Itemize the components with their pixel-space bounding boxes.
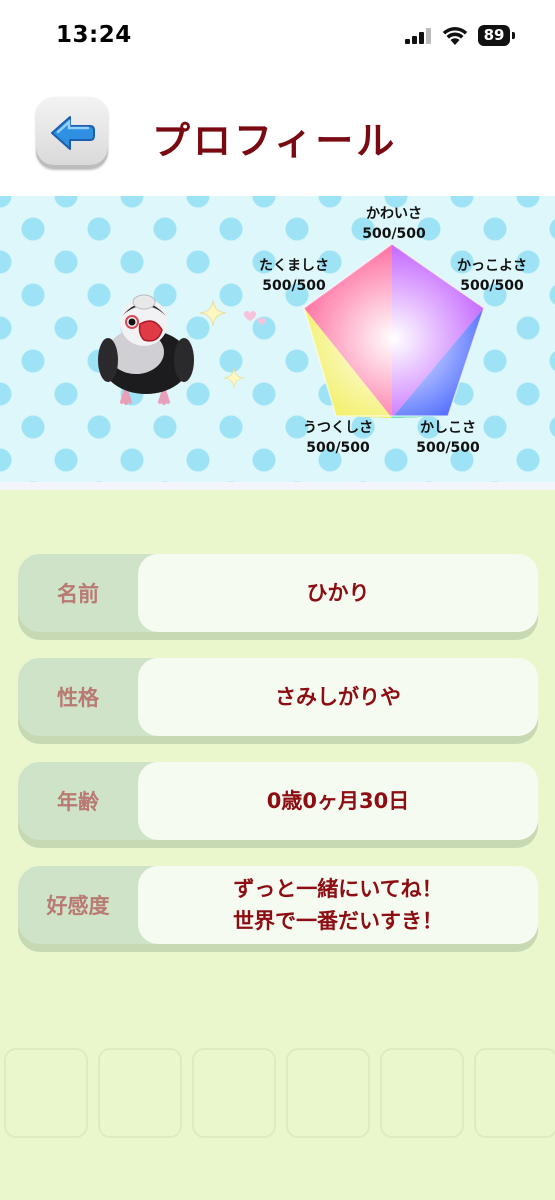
stat-kashikosa: かしこさ 500/500 — [388, 418, 508, 458]
wifi-icon — [442, 27, 468, 45]
battery-cap — [512, 32, 515, 39]
row-value: 0歳0ヶ月30日 — [138, 762, 538, 840]
background-tab — [380, 1048, 464, 1138]
row-value: さみしがりや — [138, 658, 538, 736]
stat-name: たくましさ — [259, 258, 329, 274]
back-button[interactable] — [36, 97, 108, 169]
stat-value: 500/500 — [416, 440, 480, 456]
stat-value: 500/500 — [362, 226, 426, 242]
stat-name: かわいさ — [366, 206, 422, 222]
heart-icon — [244, 311, 266, 325]
page-title: プロフィール — [152, 119, 398, 163]
stat-name: かしこさ — [420, 420, 476, 436]
back-arrow-icon — [51, 116, 95, 150]
stat-kawaisa: かわいさ 500/500 — [334, 204, 454, 244]
row-value: ずっと一緒にいてね！ 世界で一番だいすき！ — [138, 866, 538, 944]
sparkle-icon — [224, 368, 244, 388]
stat-utsukushisa: うつくしさ 500/500 — [278, 418, 398, 458]
battery-icon: 89 — [478, 25, 510, 46]
profile-row-personality: 性格 さみしがりや — [18, 658, 538, 736]
status-time: 13:24 — [56, 22, 132, 48]
stat-value: 500/500 — [460, 278, 524, 294]
row-label: 年齢 — [57, 790, 99, 814]
background-tab-bar — [0, 1048, 555, 1138]
background-tab — [474, 1048, 555, 1138]
stat-name: かっこよさ — [457, 258, 527, 274]
background-tab — [98, 1048, 182, 1138]
profile-row-age: 年齢 0歳0ヶ月30日 — [18, 762, 538, 840]
hero-divider — [0, 482, 555, 490]
java-sparrow-avatar — [98, 294, 194, 405]
affection-line: 世界で一番だいすき！ — [233, 909, 443, 933]
cellular-signal-icon — [405, 28, 431, 44]
row-label: 性格 — [57, 686, 99, 710]
profile-row-affection: 好感度 ずっと一緒にいてね！ 世界で一番だいすき！ — [18, 866, 538, 944]
stat-value: 500/500 — [262, 278, 326, 294]
status-bar: 13:24 89 — [0, 0, 555, 72]
row-value: ひかり — [138, 554, 538, 632]
header: プロフィール — [0, 72, 555, 196]
background-tab — [4, 1048, 88, 1138]
profile-row-name: 名前 ひかり — [18, 554, 538, 632]
sparkle-icon — [200, 300, 226, 326]
background-tab — [192, 1048, 276, 1138]
stat-kakkoyosa: かっこよさ 500/500 — [432, 256, 552, 296]
affection-line: ずっと一緒にいてね！ — [233, 877, 443, 901]
stat-value: 500/500 — [306, 440, 370, 456]
background-tab — [286, 1048, 370, 1138]
stat-name: うつくしさ — [303, 420, 373, 436]
row-label: 好感度 — [46, 894, 110, 918]
row-label: 名前 — [57, 582, 99, 606]
stat-takumashisa: たくましさ 500/500 — [234, 256, 354, 296]
